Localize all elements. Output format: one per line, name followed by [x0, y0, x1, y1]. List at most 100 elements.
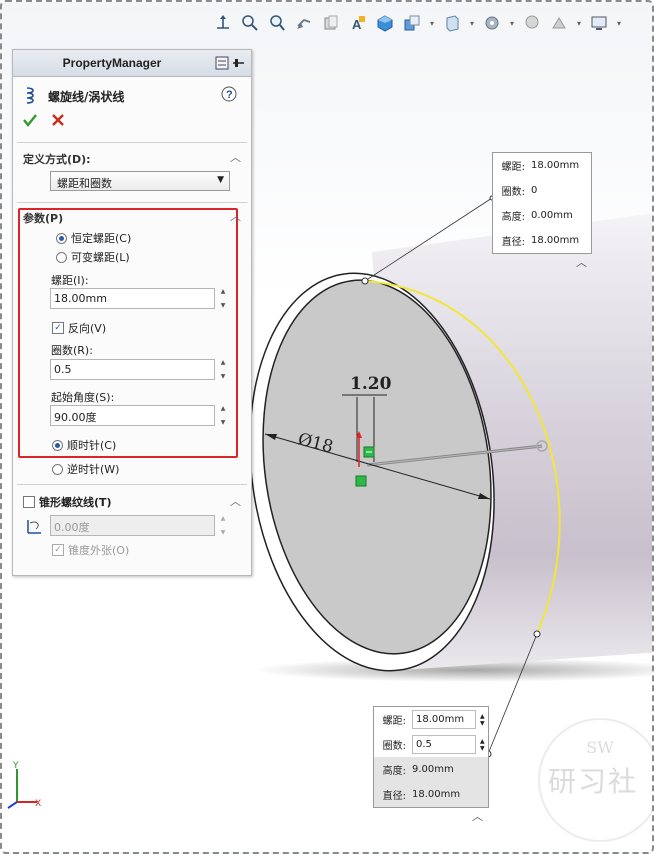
section-view-icon[interactable]	[320, 12, 342, 34]
view-cube-icon[interactable]	[374, 12, 396, 34]
property-manager-title: PropertyManager	[62, 56, 162, 70]
apply-scene-icon[interactable]	[521, 12, 543, 34]
callout-row: 高度: 0.00mm	[493, 203, 591, 228]
callout-pitch-label: 螺距:	[382, 716, 406, 727]
cancel-x-icon[interactable]	[50, 112, 66, 131]
pitch-input[interactable]: 18.00mm	[50, 288, 215, 309]
taper-helix-checkbox[interactable]: 锥形螺纹线(T)	[23, 494, 112, 510]
taper-angle-spinner[interactable]: ▲ ▼	[217, 515, 229, 536]
view-settings-caret-icon[interactable]: ▾	[575, 19, 583, 28]
callout-rev-label: 圈数:	[501, 187, 525, 198]
callout-rev-spinner[interactable]: ▲ ▼	[480, 738, 485, 752]
watermark-main-text: 研习社	[548, 765, 639, 798]
zoom-area-icon[interactable]	[266, 12, 288, 34]
pin-icon[interactable]	[215, 55, 245, 71]
callout-diameter-label: 直径:	[501, 237, 525, 248]
callout-rev-input[interactable]: 0.5	[412, 735, 476, 754]
revolutions-label: 圈数(R):	[51, 344, 93, 357]
view-settings-icon[interactable]	[548, 12, 570, 34]
variable-pitch-radio[interactable]: 可变螺距(L)	[56, 249, 130, 265]
callout-row: 直径: 18.00mm	[374, 782, 488, 807]
reverse-checkbox[interactable]: ✓ 反向(V)	[52, 320, 106, 336]
pitch-label: 螺距(I):	[51, 274, 89, 287]
helix-start-callout: 螺距: 18.00mm 圈数: 0 高度: 0.00mm 直径: 18.00mm	[492, 152, 592, 254]
ok-checkmark-icon[interactable]	[22, 112, 38, 131]
reverse-label: 反向(V)	[68, 322, 107, 335]
clockwise-label: 顺时针(C)	[67, 439, 117, 452]
hide-show-caret-icon[interactable]: ▾	[468, 19, 476, 28]
counterclockwise-label: 逆时针(W)	[67, 463, 120, 476]
start-angle-label: 起始角度(S):	[51, 391, 115, 404]
callout-rev-label: 圈数:	[382, 741, 406, 752]
revolutions-input[interactable]: 0.5	[50, 359, 215, 380]
helix-end-callout: 螺距: 18.00mm ▲ ▼ 圈数: 0.5 ▲ ▼ 高度: 9.00mm 直径:…	[373, 706, 489, 808]
display-style-caret-icon[interactable]: ▾	[428, 19, 436, 28]
revolutions-spinner[interactable]: ▲ ▼	[217, 359, 229, 380]
heads-up-view-toolbar: A ▾ ▾ ▾ ▾ ▾	[212, 10, 623, 36]
constant-pitch-label: 恒定螺距(C)	[71, 232, 132, 245]
app-window: Ø18 1.20 Y X A ▾ ▾ ▾ ▾ ▾ PropertyManager…	[0, 0, 654, 854]
taper-angle-value: 0.00度	[54, 521, 90, 534]
checkbox-checked-icon: ✓	[52, 544, 64, 556]
constant-pitch-radio[interactable]: 恒定螺距(C)	[56, 230, 131, 246]
callout-collapse-chevron-icon[interactable]: ︿	[472, 808, 483, 824]
callout-pitch-input[interactable]: 18.00mm	[412, 710, 476, 729]
callout-pitch-spinner[interactable]: ▲ ▼	[480, 713, 485, 727]
callout-rev-value: 0	[531, 185, 538, 196]
callout-height-value: 0.00mm	[531, 210, 573, 221]
edit-appearance-caret-icon[interactable]: ▾	[508, 19, 516, 28]
taper-helix-label: 锥形螺纹线(T)	[39, 496, 112, 509]
previous-view-icon[interactable]	[293, 12, 315, 34]
help-icon[interactable]: ?	[221, 86, 237, 105]
view-orientation-icon[interactable]	[212, 12, 234, 34]
radio-selected-icon	[56, 232, 67, 244]
svg-text:?: ?	[226, 89, 233, 101]
collapse-chevron-icon[interactable]: ︿	[230, 149, 241, 165]
chevron-down-icon: ▼	[217, 175, 224, 185]
zoom-to-fit-icon[interactable]	[239, 12, 261, 34]
start-angle-spinner[interactable]: ▲ ▼	[217, 405, 229, 426]
feature-title-row: 螺旋线/涡状线 ?	[13, 84, 251, 104]
edit-appearance-icon[interactable]	[481, 12, 503, 34]
divider	[17, 484, 247, 485]
counterclockwise-radio[interactable]: 逆时针(W)	[52, 461, 119, 477]
callout-row: 螺距: 18.00mm ▲ ▼	[374, 707, 488, 732]
dimension-pitch-text[interactable]: 1.20	[350, 374, 392, 394]
callout-row: 圈数: 0.5 ▲ ▼	[374, 732, 488, 757]
triad-y-label: Y	[12, 761, 19, 771]
helix-feature-icon	[23, 86, 39, 107]
parameters-section-title: 参数(P)	[23, 212, 64, 225]
display-caret-icon[interactable]: ▾	[615, 19, 623, 28]
callout-diameter-value: 18.00mm	[412, 789, 461, 800]
pitch-spinner[interactable]: ▲ ▼	[217, 288, 229, 309]
define-by-dropdown[interactable]: 螺距和圈数 ▼	[50, 171, 230, 191]
callout-diameter-value: 18.00mm	[531, 235, 580, 246]
callout-row: 直径: 18.00mm	[493, 228, 591, 253]
triad-x-label: X	[35, 799, 41, 809]
collapse-chevron-icon[interactable]: ︿	[230, 493, 241, 509]
watermark-sw-text: SW	[586, 738, 614, 757]
taper-outward-checkbox[interactable]: ✓ 锥度外张(O)	[52, 542, 129, 558]
callout-height-label: 高度:	[382, 766, 406, 777]
callout-collapse-chevron-icon[interactable]: ︿	[576, 254, 587, 270]
start-angle-input[interactable]: 90.00度	[50, 405, 215, 426]
checkbox-unchecked-icon	[23, 496, 35, 508]
radio-unselected-icon	[52, 463, 63, 475]
callout-height-label: 高度:	[501, 212, 525, 223]
taper-angle-icon	[25, 517, 45, 538]
callout-row: 高度: 9.00mm	[374, 757, 488, 782]
divider	[17, 202, 247, 203]
callout-pitch-label: 螺距:	[501, 162, 525, 173]
dynamic-annotation-icon[interactable]: A	[347, 12, 369, 34]
collapse-chevron-icon[interactable]: ︿	[230, 208, 241, 224]
callout-diameter-label: 直径:	[382, 791, 406, 802]
variable-pitch-label: 可变螺距(L)	[71, 251, 130, 264]
action-buttons-row	[13, 112, 251, 132]
define-by-section-title: 定义方式(D):	[23, 153, 91, 166]
property-manager-header: PropertyManager	[13, 50, 251, 77]
clockwise-radio[interactable]: 顺时针(C)	[52, 437, 116, 453]
taper-angle-input[interactable]: 0.00度	[50, 515, 215, 536]
display-icon[interactable]	[588, 12, 610, 34]
display-style-icon[interactable]	[401, 12, 423, 34]
hide-show-icon[interactable]	[441, 12, 463, 34]
